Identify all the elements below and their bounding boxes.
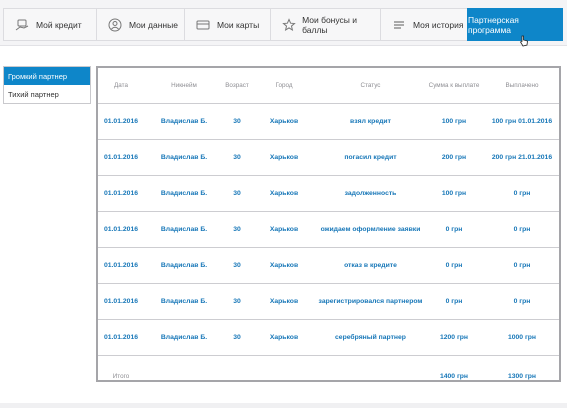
cell-age: 30: [233, 334, 241, 341]
cell-nickname[interactable]: Владислав Б.: [144, 176, 224, 211]
cell-status: отказ в кредите: [344, 262, 397, 269]
mouse-cursor-icon: [519, 34, 529, 47]
cell-date: 01.01.2016: [103, 334, 139, 341]
top-navigation: Мой кредит Мои данные Мои карты Мои бону…: [0, 0, 567, 47]
tab-my-bonuses[interactable]: Мои бонусы и баллы: [270, 8, 380, 41]
cell-city: Харьков: [269, 118, 299, 125]
cell-status: задолженность: [344, 190, 397, 197]
cell-city: Харьков: [269, 262, 299, 269]
cell-date: 01.01.2016: [103, 226, 139, 233]
cell-paid: 100 грн 01.01.2016: [491, 118, 553, 125]
sidebar-item-loud-partner[interactable]: Громкий партнер: [4, 67, 90, 85]
cell-date: 01.01.2016: [103, 262, 139, 269]
cell-city: Харьков: [269, 190, 299, 197]
partner-type-menu: Громкий партнер Тихий партнер: [3, 66, 91, 104]
cell-sum-due: 200 грн: [441, 154, 467, 161]
footer-divider: [0, 403, 567, 408]
table-row: 01.01.2016 Владислав Б. 30 Харьков погас…: [98, 140, 559, 176]
cell-nickname[interactable]: Владислав Б.: [144, 248, 224, 283]
card-icon: [195, 17, 211, 33]
table-row: 01.01.2016 Владислав Б. 30 Харьков зарег…: [98, 284, 559, 320]
cell-age: 30: [233, 226, 241, 233]
table-row: 01.01.2016 Владислав Б. 30 Харьков задол…: [98, 176, 559, 212]
sidebar-item-quiet-partner[interactable]: Тихий партнер: [4, 85, 90, 103]
cell-date: 01.01.2016: [103, 118, 139, 125]
col-nickname-header: Никнейм: [171, 82, 197, 89]
cell-paid: 200 грн 21.01.2016: [491, 154, 553, 161]
user-icon: [107, 17, 123, 33]
tab-label: Партнерская программа: [468, 14, 519, 35]
cell-paid: 0 грн: [513, 226, 531, 233]
tab-label: Мои данные: [129, 19, 178, 30]
cell-nickname[interactable]: Владислав Б.: [144, 212, 224, 247]
cell-nickname[interactable]: Владислав Б.: [144, 320, 224, 355]
cell-paid: 1000 грн: [507, 334, 537, 341]
nav-tabs: Мой кредит Мои данные Мои карты Мои бону…: [3, 8, 563, 41]
col-status-header: Статус: [360, 82, 381, 89]
table-row: 01.01.2016 Владислав Б. 30 Харьков ожида…: [98, 212, 559, 248]
cell-sum-due: 100 грн: [441, 190, 467, 197]
cell-date: 01.01.2016: [103, 190, 139, 197]
credit-hand-icon: [14, 17, 30, 33]
cell-sum-due: 1200 грн: [439, 334, 469, 341]
total-paid: 1300 грн: [507, 373, 537, 380]
total-sum-due: 1400 грн: [439, 373, 469, 380]
cell-date: 01.01.2016: [103, 154, 139, 161]
cell-status: серебряный партнер: [335, 334, 406, 341]
cell-paid: 0 грн: [513, 298, 531, 305]
cell-age: 30: [233, 154, 241, 161]
cell-city: Харьков: [269, 334, 299, 341]
tab-label: Мои бонусы и баллы: [302, 14, 358, 35]
cell-age: 30: [233, 298, 241, 305]
col-city-header: Город: [275, 82, 293, 89]
col-sum-due-header: Сумма к выплате: [428, 82, 480, 89]
cell-status: взял кредит: [350, 118, 391, 125]
total-label: Итого: [112, 373, 130, 380]
cell-paid: 0 грн: [513, 262, 531, 269]
cell-age: 30: [233, 118, 241, 125]
col-age-header: Возраст: [225, 82, 249, 89]
cell-status: ожидаем оформление заявки: [320, 226, 421, 233]
tab-label: Мои карты: [217, 19, 260, 30]
tab-my-history[interactable]: Моя история: [380, 8, 467, 41]
table-total-row: Итого 1400 грн 1300 грн: [98, 356, 559, 397]
tab-label: Моя история: [413, 19, 464, 30]
sidebar-item-label: Тихий партнер: [8, 89, 59, 99]
tab-my-credit[interactable]: Мой кредит: [3, 8, 96, 41]
cell-city: Харьков: [269, 154, 299, 161]
sidebar-item-label: Громкий партнер: [8, 71, 68, 81]
cell-sum-due: 0 грн: [445, 298, 463, 305]
cell-nickname[interactable]: Владислав Б.: [144, 140, 224, 175]
cell-status: погасил кредит: [344, 154, 397, 161]
cell-sum-due: 100 грн: [441, 118, 467, 125]
cell-paid: 0 грн: [513, 190, 531, 197]
table-row: 01.01.2016 Владислав Б. 30 Харьков взял …: [98, 104, 559, 140]
cell-nickname[interactable]: Владислав Б.: [144, 104, 224, 139]
cell-city: Харьков: [269, 226, 299, 233]
col-paid-header: Выплачено: [505, 82, 539, 89]
table-header: Дата Никнейм Возраст Город Статус Сумма …: [98, 68, 559, 104]
tab-partner-program[interactable]: Партнерская программа: [467, 8, 563, 41]
tab-my-cards[interactable]: Мои карты: [184, 8, 270, 41]
col-date-header: Дата: [114, 82, 128, 89]
cell-status: зарегистрировался партнером: [318, 298, 423, 305]
table-row: 01.01.2016 Владислав Б. 30 Харьков сереб…: [98, 320, 559, 356]
cell-city: Харьков: [269, 298, 299, 305]
tab-label: Мой кредит: [36, 19, 82, 30]
list-icon: [391, 17, 407, 33]
cell-sum-due: 0 грн: [445, 226, 463, 233]
cell-sum-due: 0 грн: [445, 262, 463, 269]
tab-my-data[interactable]: Мои данные: [96, 8, 184, 41]
cell-age: 30: [233, 190, 241, 197]
cell-nickname[interactable]: Владислав Б.: [144, 284, 224, 319]
cell-age: 30: [233, 262, 241, 269]
star-icon: [281, 17, 296, 33]
table-row: 01.01.2016 Владислав Б. 30 Харьков отказ…: [98, 248, 559, 284]
cell-date: 01.01.2016: [103, 298, 139, 305]
partners-table: Дата Никнейм Возраст Город Статус Сумма …: [96, 66, 561, 382]
